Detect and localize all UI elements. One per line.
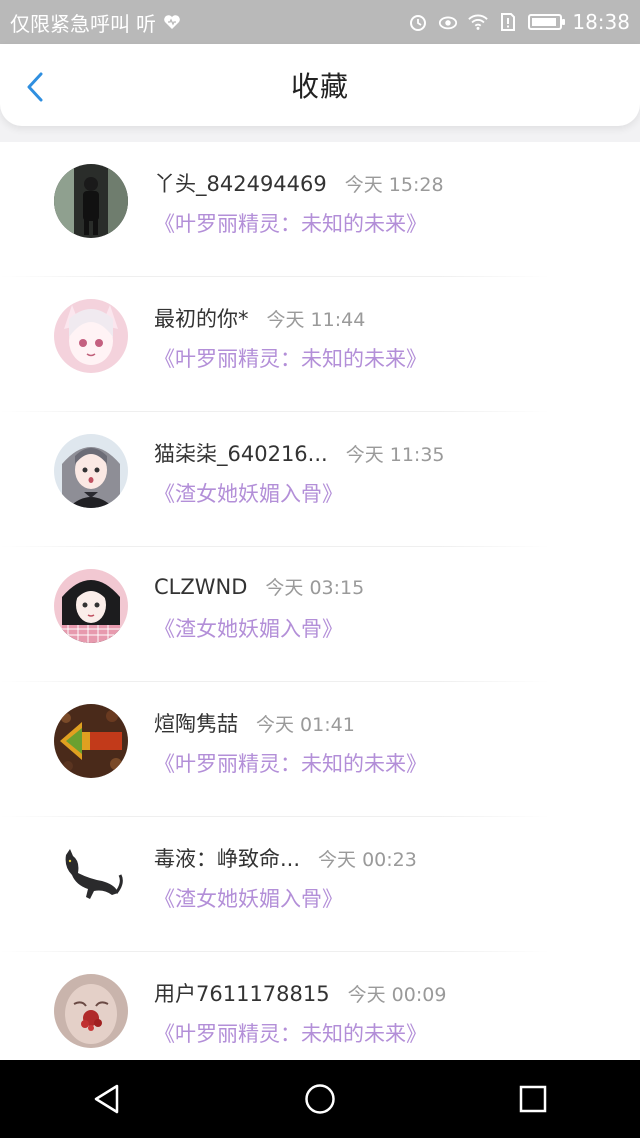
back-button[interactable] (18, 70, 52, 104)
timestamp: 今天 03:15 (265, 577, 365, 599)
eye-icon (438, 12, 458, 32)
back-triangle-icon (94, 1084, 118, 1114)
alarm-icon (408, 12, 428, 32)
username[interactable]: CLZWND (154, 575, 247, 599)
book-title-link[interactable]: 《叶罗丽精灵：未知的未来》 (154, 208, 427, 238)
username[interactable]: 丫头_842494469 (154, 168, 327, 198)
nav-recents-button[interactable] (503, 1069, 563, 1129)
list-item[interactable]: CLZWND 今天 03:15 《渣女她妖媚入骨》 (0, 547, 640, 682)
home-circle-icon (305, 1084, 335, 1114)
carrier-text: 仅限紧急呼叫 (10, 11, 130, 36)
avatar[interactable] (54, 569, 128, 643)
username[interactable]: 煊陶隽喆 (154, 708, 238, 738)
book-title-link[interactable]: 《渣女她妖媚入骨》 (154, 478, 343, 508)
item-header: 最初的你* 今天 11:44 (154, 303, 365, 333)
timestamp: 今天 11:44 (266, 309, 366, 331)
nav-home-button[interactable] (290, 1069, 350, 1129)
avatar[interactable] (54, 164, 128, 238)
title-bar: 收藏 (0, 44, 640, 126)
username[interactable]: 猫柒柒_640216... (154, 438, 328, 468)
item-header: 毒液：峥致命... 今天 00:23 (154, 843, 417, 873)
avatar[interactable] (54, 704, 128, 778)
timestamp: 今天 01:41 (256, 714, 355, 736)
favorites-list: 丫头_842494469 今天 15:28 《叶罗丽精灵：未知的未来》 最初的你… (0, 142, 640, 1060)
book-title-link[interactable]: 《叶罗丽精灵：未知的未来》 (154, 748, 427, 778)
item-header: 煊陶隽喆 今天 01:41 (154, 708, 355, 738)
item-header: 猫柒柒_640216... 今天 11:35 (154, 438, 445, 468)
battery-icon (528, 14, 566, 30)
avatar[interactable] (54, 974, 128, 1048)
list-item[interactable]: 用户7611178815 今天 00:09 《叶罗丽精灵：未知的未来》 (0, 952, 640, 1060)
item-header: 丫头_842494469 今天 15:28 (154, 168, 444, 198)
book-title-link[interactable]: 《叶罗丽精灵：未知的未来》 (154, 1018, 427, 1048)
timestamp: 今天 15:28 (344, 174, 444, 196)
status-left: 仅限紧急呼叫 听 (10, 8, 182, 37)
chevron-left-icon (27, 72, 43, 102)
status-time: 18:38 (572, 10, 630, 34)
carrier-listen-icon: 听 (136, 11, 156, 36)
item-header: 用户7611178815 今天 00:09 (154, 978, 446, 1008)
list-item[interactable]: 猫柒柒_640216... 今天 11:35 《渣女她妖媚入骨》 (0, 412, 640, 547)
sim-alert-icon (498, 12, 518, 32)
book-title-link[interactable]: 《渣女她妖媚入骨》 (154, 613, 343, 643)
username[interactable]: 用户7611178815 (154, 978, 330, 1008)
list-item[interactable]: 丫头_842494469 今天 15:28 《叶罗丽精灵：未知的未来》 (0, 142, 640, 277)
list-item[interactable]: 煊陶隽喆 今天 01:41 《叶罗丽精灵：未知的未来》 (0, 682, 640, 817)
avatar[interactable] (54, 434, 128, 508)
timestamp: 今天 11:35 (345, 444, 445, 466)
avatar[interactable] (54, 839, 128, 913)
item-header: CLZWND 今天 03:15 (154, 573, 364, 600)
username[interactable]: 毒液：峥致命... (154, 843, 300, 873)
book-title-link[interactable]: 《叶罗丽精灵：未知的未来》 (154, 343, 427, 373)
nav-back-button[interactable] (77, 1069, 137, 1129)
username[interactable]: 最初的你* (154, 303, 249, 333)
timestamp: 今天 00:23 (318, 849, 417, 871)
list-item[interactable]: 毒液：峥致命... 今天 00:23 《渣女她妖媚入骨》 (0, 817, 640, 952)
heart-icon (162, 12, 182, 32)
page-title: 收藏 (290, 70, 349, 103)
timestamp: 今天 00:09 (347, 984, 447, 1006)
status-bar: 仅限紧急呼叫 听 18:38 (0, 0, 640, 44)
list-item[interactable]: 最初的你* 今天 11:44 《叶罗丽精灵：未知的未来》 (0, 277, 640, 412)
recents-square-icon (520, 1085, 547, 1113)
wifi-icon (468, 12, 489, 32)
avatar[interactable] (54, 299, 128, 373)
status-right: 18:38 (408, 10, 630, 34)
navigation-bar (0, 1060, 640, 1138)
book-title-link[interactable]: 《渣女她妖媚入骨》 (154, 883, 343, 913)
